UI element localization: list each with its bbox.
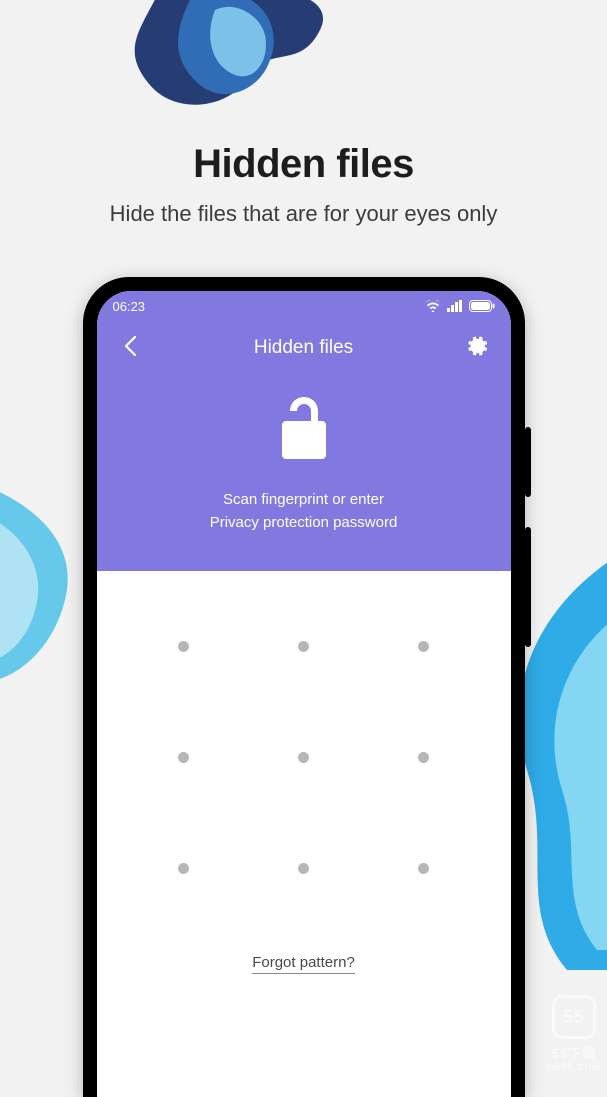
instruction-line-1: Scan fingerprint or enter (223, 491, 384, 508)
pattern-dot[interactable] (418, 863, 429, 874)
status-bar: 06:23 (97, 291, 511, 321)
instruction-line-2: Privacy protection password (210, 514, 398, 531)
promo-heading: Hidden files Hide the files that are for… (0, 142, 607, 227)
status-icons (425, 300, 495, 312)
pattern-grid[interactable] (174, 641, 434, 874)
watermark-line-2: BE55.COM (547, 1062, 601, 1072)
pattern-dot[interactable] (418, 641, 429, 652)
lock-prompt: Scan fingerprint or enter Privacy protec… (210, 393, 398, 535)
phone-frame: 06:23 (83, 277, 525, 1097)
forgot-pattern-link[interactable]: Forgot pattern? (252, 954, 355, 974)
promo-subtitle: Hide the files that are for your eyes on… (0, 201, 607, 227)
signal-icon (447, 300, 463, 312)
app-header: Hidden files Scan fingerprint or (97, 321, 511, 571)
pattern-dot[interactable] (298, 641, 309, 652)
status-time: 06:23 (113, 299, 146, 314)
watermark-box: 55 (552, 995, 596, 1039)
pattern-dot[interactable] (298, 863, 309, 874)
ink-blot-top (120, 0, 340, 130)
battery-icon (469, 300, 495, 312)
phone-screen: 06:23 (97, 291, 511, 1097)
watermark: 55 55下载 BE55.COM (547, 995, 601, 1072)
pattern-area: Forgot pattern? (97, 571, 511, 1097)
pattern-dot[interactable] (178, 752, 189, 763)
promo-title: Hidden files (0, 142, 607, 187)
chevron-left-icon (123, 335, 137, 362)
settings-button[interactable] (463, 333, 493, 363)
pattern-dot[interactable] (418, 752, 429, 763)
pattern-dot[interactable] (178, 863, 189, 874)
lock-open-icon (276, 393, 332, 468)
gear-icon (467, 335, 489, 362)
watermark-line-1: 55下载 (547, 1043, 601, 1062)
screen-title: Hidden files (254, 337, 353, 359)
back-button[interactable] (115, 333, 145, 363)
pattern-dot[interactable] (178, 641, 189, 652)
pattern-dot[interactable] (298, 752, 309, 763)
wifi-icon (425, 300, 441, 312)
